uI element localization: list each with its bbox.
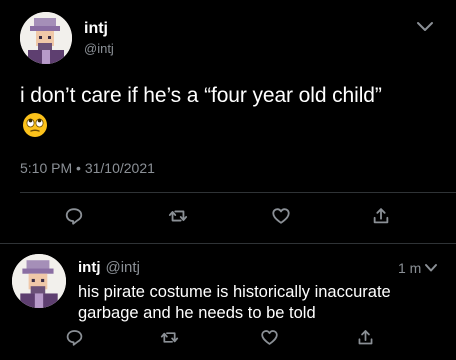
heart-icon[interactable] [258, 326, 280, 348]
user-handle[interactable]: @intj [84, 41, 114, 56]
tweet-text: i don’t care if he’s a “four year old ch… [20, 84, 382, 107]
share-icon[interactable] [354, 326, 376, 348]
heart-icon[interactable] [270, 205, 292, 227]
display-name[interactable]: intj [78, 259, 101, 276]
divider [0, 243, 456, 244]
reply-time: 1 m [398, 260, 422, 276]
tweet-action-bar [0, 205, 456, 229]
user-handle[interactable]: @intj [106, 259, 140, 276]
reply-text: his pirate costume is historically inacc… [78, 283, 391, 322]
reply-icon[interactable] [63, 326, 85, 348]
chevron-down-icon[interactable] [414, 18, 436, 34]
reply-action-bar [0, 326, 456, 350]
retweet-icon[interactable] [167, 205, 189, 227]
tweet-timestamp[interactable]: 5:10 PM • 31/10/2021 [20, 160, 155, 176]
chevron-down-icon[interactable] [423, 261, 439, 273]
retweet-icon[interactable] [158, 326, 180, 348]
reply-header: intj @intj [78, 259, 140, 276]
reply-icon[interactable] [63, 205, 85, 227]
avatar[interactable] [20, 12, 72, 64]
divider [20, 192, 456, 193]
face-with-rolling-eyes-icon [22, 112, 48, 138]
display-name[interactable]: intj [84, 20, 108, 38]
share-icon[interactable] [370, 205, 392, 227]
avatar[interactable] [12, 254, 66, 308]
